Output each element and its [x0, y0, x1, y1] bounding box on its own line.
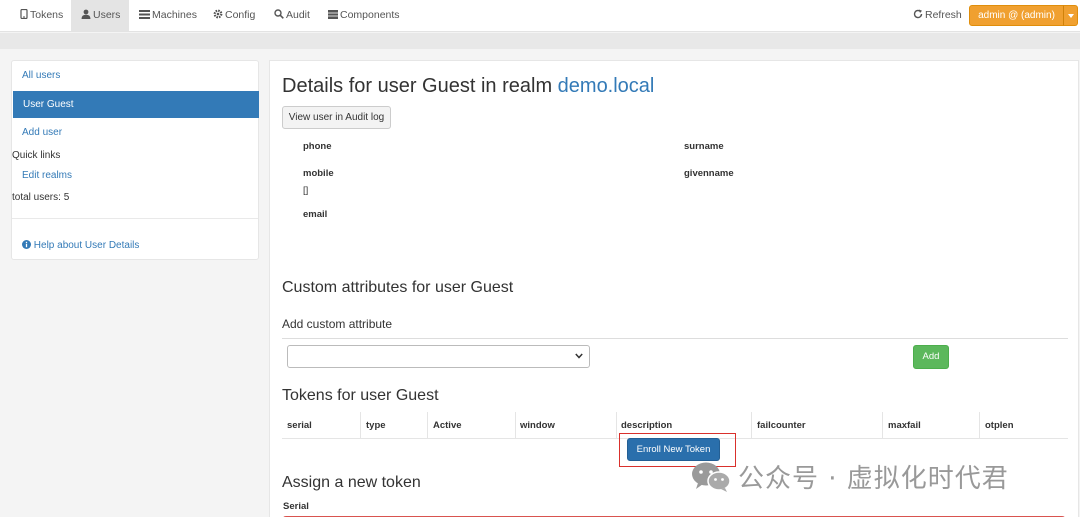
tokens-title: Tokens for user Guest: [282, 387, 439, 404]
nav-label: Components: [340, 9, 400, 21]
phone-label: phone: [303, 141, 332, 152]
refresh-label: Refresh: [925, 9, 962, 21]
help-label: Help about User Details: [33, 240, 140, 251]
total-users-count: total users: 5: [12, 192, 70, 203]
add-attribute-button[interactable]: Add: [913, 345, 949, 369]
sidebar-divider: [12, 218, 258, 219]
quick-links-heading: Quick links: [12, 150, 61, 161]
column-header[interactable]: type: [366, 420, 386, 431]
email-label: email: [303, 209, 328, 220]
givenname-label: givenname: [684, 168, 734, 179]
nav-label: Tokens: [30, 9, 64, 21]
nav-components[interactable]: Components: [328, 0, 400, 31]
sidebar-item-edit-realms[interactable]: Edit realms: [22, 170, 72, 181]
phone-icon: [20, 8, 28, 20]
main-panel: Details for user Guest in realm demo.loc…: [269, 60, 1079, 517]
sidebar: All users User Guest Add user Quick link…: [11, 60, 259, 260]
refresh-button[interactable]: Refresh: [913, 0, 963, 31]
column-divider: [427, 412, 428, 438]
mobile-label: mobile: [303, 168, 334, 179]
sidebar-item-user-guest[interactable]: User Guest: [13, 91, 259, 118]
column-header[interactable]: serial: [287, 420, 312, 431]
user-icon: [81, 9, 91, 19]
assign-token-title: Assign a new token: [282, 474, 421, 491]
sidebar-item-all-users[interactable]: All users: [22, 70, 60, 81]
column-divider: [616, 412, 617, 438]
components-icon: [328, 10, 338, 19]
mobile-value: []: [303, 185, 309, 196]
page-title: Details for user Guest in realm demo.loc…: [282, 75, 654, 98]
search-icon: [274, 9, 284, 19]
view-audit-log-button[interactable]: View user in Audit log: [282, 106, 391, 129]
custom-attributes-title: Custom attributes for user Guest: [282, 279, 514, 296]
column-divider: [515, 412, 516, 438]
info-icon: [22, 240, 31, 249]
serial-label: Serial: [283, 501, 309, 512]
nav-label: Machines: [152, 9, 197, 21]
nav-label: Config: [225, 9, 256, 21]
column-divider: [979, 412, 980, 438]
wechat-icon: [692, 462, 731, 492]
nav-config[interactable]: Config: [213, 0, 263, 31]
chevron-down-icon: [575, 353, 583, 359]
divider: [282, 338, 1068, 339]
column-divider: [751, 412, 752, 438]
column-header[interactable]: otplen: [985, 420, 1014, 431]
watermark-text: 公众号 · 虚拟化时代君: [738, 464, 1009, 494]
nav-machines[interactable]: Machines: [139, 0, 199, 31]
nav-tokens[interactable]: Tokens: [12, 0, 69, 31]
enroll-new-token-button[interactable]: Enroll New Token: [627, 438, 720, 461]
nav-audit[interactable]: Audit: [274, 0, 316, 31]
surname-label: surname: [684, 141, 724, 152]
nav-label: Audit: [286, 9, 310, 21]
header-band: [0, 33, 1080, 49]
refresh-icon: [913, 9, 923, 19]
column-header[interactable]: maxfail: [888, 420, 921, 431]
admin-button[interactable]: admin @ (admin): [969, 5, 1064, 26]
help-link[interactable]: Help about User Details: [22, 240, 139, 251]
realm-link[interactable]: demo.local: [558, 75, 655, 97]
nav-users[interactable]: Users: [71, 0, 129, 31]
sidebar-item-add-user[interactable]: Add user: [22, 127, 62, 138]
top-navbar: Tokens Users Machines Config Audit Compo…: [0, 0, 1080, 32]
machines-icon: [139, 10, 150, 19]
admin-dropdown-toggle[interactable]: [1063, 5, 1078, 26]
add-custom-attribute-title: Add custom attribute: [282, 317, 393, 331]
custom-attribute-select[interactable]: [287, 345, 590, 368]
column-header[interactable]: description: [621, 420, 672, 431]
column-header[interactable]: failcounter: [757, 420, 806, 431]
title-text: Details for user Guest in realm: [282, 75, 558, 97]
nav-label: Users: [93, 9, 121, 21]
column-header[interactable]: Active: [433, 420, 462, 431]
column-divider: [360, 412, 361, 438]
gear-icon: [213, 9, 223, 19]
column-divider: [882, 412, 883, 438]
column-header[interactable]: window: [520, 420, 555, 431]
